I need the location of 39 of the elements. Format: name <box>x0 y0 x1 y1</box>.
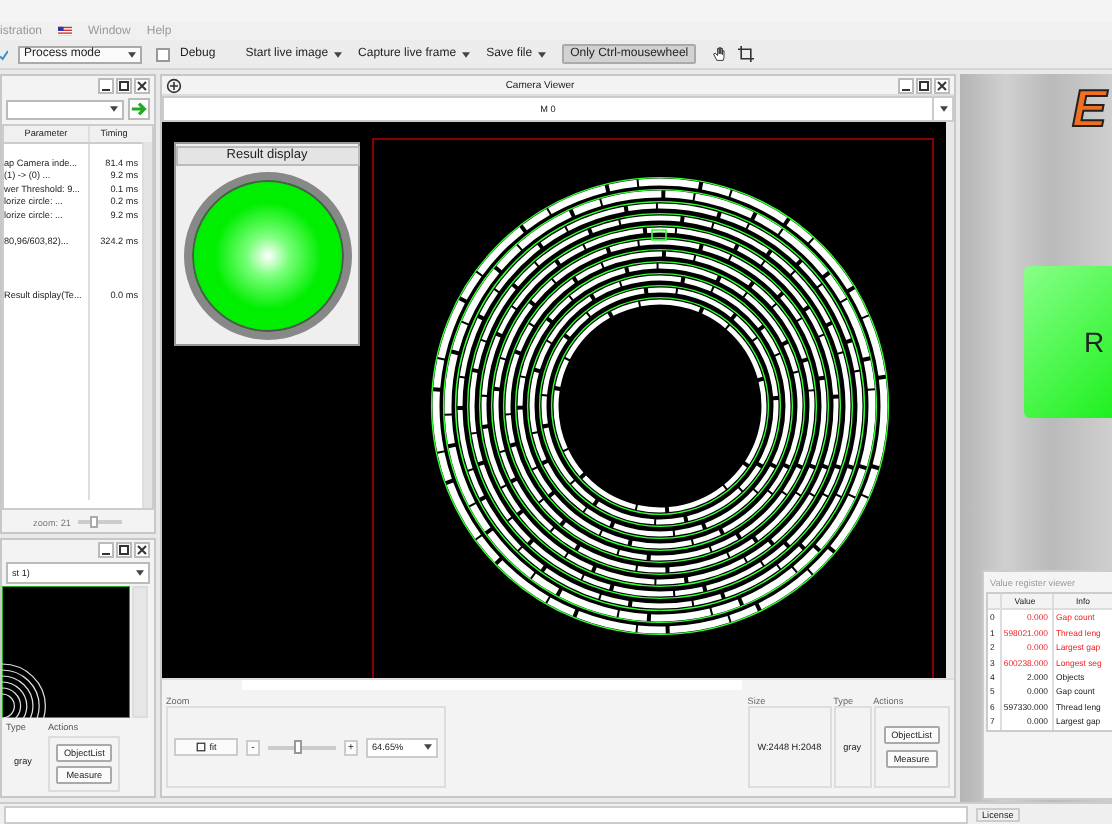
result-banner: R <box>1024 266 1112 418</box>
caret-icon <box>424 744 432 750</box>
scrollbar[interactable] <box>132 586 148 718</box>
slider-thumb[interactable] <box>90 516 99 528</box>
hand-icon[interactable] <box>712 46 729 62</box>
caret-icon <box>136 570 144 576</box>
caret-icon <box>462 51 471 57</box>
flag-icon[interactable] <box>58 26 73 36</box>
scrollbar[interactable] <box>142 142 152 508</box>
restore-button[interactable] <box>916 77 932 93</box>
slider-thumb[interactable] <box>294 739 303 753</box>
scrollbar[interactable] <box>162 678 954 692</box>
close-button[interactable] <box>134 542 150 558</box>
restore-icon <box>118 80 130 92</box>
close-icon <box>136 544 148 556</box>
close-button[interactable] <box>934 77 950 93</box>
restore-button[interactable] <box>116 78 132 94</box>
scrollbar[interactable] <box>946 122 954 678</box>
close-icon <box>136 80 148 92</box>
logo: E <box>1072 82 1107 134</box>
restore-button[interactable] <box>116 542 132 558</box>
minimize-button[interactable] <box>98 78 114 94</box>
close-button[interactable] <box>134 78 150 94</box>
crop-icon[interactable] <box>738 46 755 62</box>
checkmark-icon[interactable] <box>0 47 8 61</box>
image-preview <box>2 586 130 718</box>
close-icon <box>936 79 948 91</box>
add-icon[interactable] <box>166 77 182 93</box>
debug-checkbox[interactable] <box>156 47 170 61</box>
minimize-button[interactable] <box>98 542 114 558</box>
caret-icon <box>128 51 136 57</box>
caret-icon <box>939 106 947 112</box>
restore-icon <box>118 544 130 556</box>
restore-icon <box>918 79 930 91</box>
caret-icon <box>538 51 547 57</box>
caret-icon <box>110 106 118 112</box>
caret-icon <box>334 51 343 57</box>
fit-icon <box>195 742 206 752</box>
minimize-button[interactable] <box>898 77 914 93</box>
